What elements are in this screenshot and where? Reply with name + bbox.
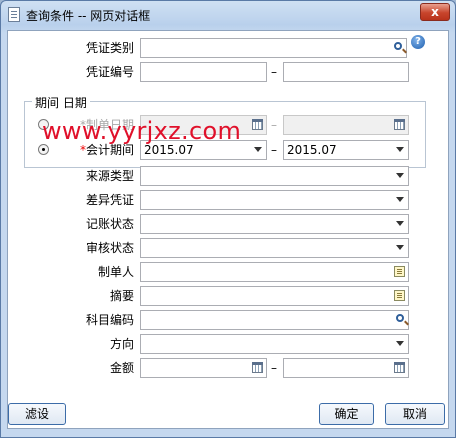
direction-select[interactable] [140, 334, 409, 354]
direction-label: 方向 [109, 337, 134, 351]
accounting-period-from-value: 2015.07 [144, 143, 194, 157]
watermark-text: www.yyrjxz.com [42, 117, 242, 145]
search-icon[interactable] [396, 314, 404, 322]
posting-status-select[interactable] [140, 214, 409, 234]
source-type-select[interactable] [140, 166, 409, 186]
accounting-period-to-value: 2015.07 [287, 143, 337, 157]
audit-status-label: 审核状态 [85, 241, 134, 255]
calendar-icon[interactable] [394, 119, 405, 130]
chevron-down-icon[interactable] [254, 147, 262, 152]
filter-settings-button[interactable]: 滤设 [8, 403, 66, 425]
chevron-down-icon[interactable] [396, 245, 404, 250]
document-icon [8, 7, 20, 22]
accounting-period-to-select[interactable]: 2015.07 [283, 140, 409, 160]
voucher-type-input[interactable] [140, 38, 407, 58]
voucher-no-to-input[interactable] [283, 62, 409, 82]
voucher-type-label: 凭证类别 [85, 41, 134, 55]
list-picker-icon[interactable] [394, 266, 405, 277]
account-code-input[interactable] [140, 310, 409, 330]
dialog-window: 查询条件 -- 网页对话框 x 凭证类别 ? 凭证编号 – 期间 日期 *制单日… [0, 0, 456, 438]
accounting-period-label-text: 会计期间 [85, 143, 134, 157]
creator-input[interactable] [140, 262, 409, 282]
help-icon[interactable]: ? [411, 35, 425, 49]
dialog-body: 凭证类别 ? 凭证编号 – 期间 日期 *制单日期 – *会计期间 2015.0… [7, 30, 449, 429]
voucher-no-from-input[interactable] [140, 62, 267, 82]
amount-from-input[interactable] [140, 358, 267, 378]
period-group-legend: 期间 日期 [32, 94, 90, 111]
summary-input[interactable] [140, 286, 409, 306]
close-button[interactable]: x [420, 3, 450, 21]
audit-status-select[interactable] [140, 238, 409, 258]
range-separator: – [271, 118, 277, 132]
diff-voucher-select[interactable] [140, 190, 409, 210]
range-separator: – [271, 361, 277, 375]
range-separator: – [271, 143, 277, 157]
diff-voucher-label: 差异凭证 [85, 193, 134, 207]
amount-label: 金额 [109, 361, 134, 375]
list-picker-icon[interactable] [394, 290, 405, 301]
amount-to-input[interactable] [283, 358, 409, 378]
calculator-icon[interactable] [394, 362, 405, 373]
summary-label: 摘要 [109, 289, 134, 303]
source-type-label: 来源类型 [85, 169, 134, 183]
title-bar[interactable]: 查询条件 -- 网页对话框 x [1, 1, 455, 29]
calculator-icon[interactable] [252, 362, 263, 373]
account-code-label: 科目编码 [85, 313, 134, 327]
ok-button[interactable]: 确定 [319, 403, 374, 425]
chevron-down-icon[interactable] [396, 173, 404, 178]
window-title: 查询条件 -- 网页对话框 [26, 9, 151, 23]
range-separator: – [271, 65, 277, 79]
posting-status-label: 记账状态 [85, 217, 134, 231]
chevron-down-icon[interactable] [396, 341, 404, 346]
create-date-to-input[interactable] [283, 115, 409, 135]
cancel-button[interactable]: 取消 [385, 403, 445, 425]
chevron-down-icon[interactable] [396, 221, 404, 226]
calendar-icon[interactable] [252, 119, 263, 130]
search-icon[interactable] [394, 42, 402, 50]
creator-label: 制单人 [97, 265, 134, 279]
chevron-down-icon[interactable] [396, 147, 404, 152]
chevron-down-icon[interactable] [396, 197, 404, 202]
voucher-no-label: 凭证编号 [85, 65, 134, 79]
